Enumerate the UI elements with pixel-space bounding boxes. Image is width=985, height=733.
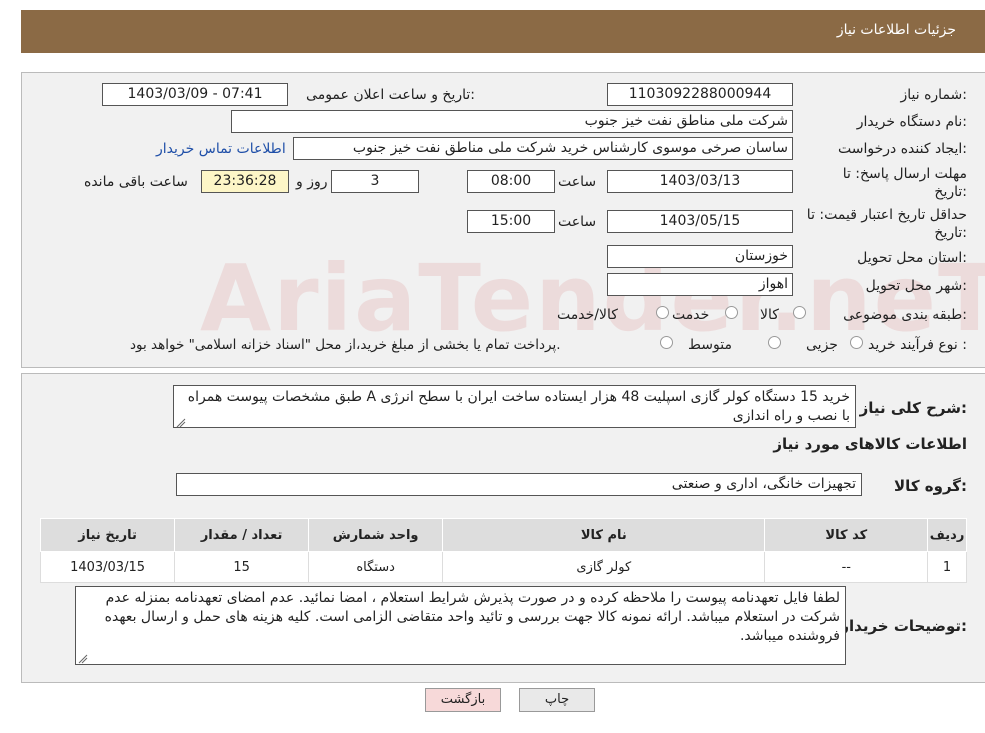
cell-unit: دستگاه — [308, 551, 444, 583]
buyer-contact-link[interactable]: اطلاعات تماس خریدار — [156, 141, 286, 157]
description-resize-handle[interactable] — [176, 416, 186, 428]
buyer-label: نام دستگاه خریدار: — [856, 114, 967, 130]
cell-name: کولر گازی — [442, 551, 766, 583]
process-label: نوع فرآیند خرید : — [868, 337, 967, 353]
process-partial-label: جزیی — [806, 337, 838, 353]
remaining-label: ساعت باقی مانده — [84, 174, 188, 190]
col-unit: واحد شمارش — [308, 518, 444, 552]
page-header: جزئیات اطلاعات نیاز — [21, 10, 985, 53]
col-date: تاریخ نیاز — [39, 518, 176, 552]
cell-code: -- — [764, 551, 929, 583]
cell-row: 1 — [927, 551, 967, 583]
validity-time-label: ساعت — [558, 214, 597, 230]
process-note: پرداخت تمام یا بخشی از مبلغ خرید،از محل … — [130, 337, 561, 353]
description-text: خرید 15 دستگاه کولر گازی اسپلیت 48 هزار … — [187, 389, 850, 424]
city-field[interactable]: اهواز — [607, 273, 793, 296]
buyer-field[interactable]: شرکت ملی مناطق نفت خیز جنوب — [231, 110, 793, 133]
remaining-time-field: 23:36:28 — [201, 170, 289, 193]
process-medium-label: متوسط — [688, 337, 732, 353]
city-label: شهر محل تحویل: — [865, 278, 967, 294]
print-button[interactable]: چاپ — [519, 688, 595, 712]
category-goods-radio[interactable] — [793, 306, 806, 319]
col-code: کد کالا — [764, 518, 929, 552]
goods-group-field[interactable]: تجهیزات خانگی، اداری و صنعتی — [176, 473, 862, 496]
province-label: استان محل تحویل: — [857, 250, 967, 266]
col-qty: تعداد / مقدار — [174, 518, 310, 552]
category-goods-label: کالا — [760, 307, 779, 323]
category-label: طبقه بندی موضوعی: — [843, 307, 967, 323]
deadline-time-field[interactable]: 08:00 — [467, 170, 555, 193]
notes-resize-handle[interactable] — [78, 652, 88, 664]
treasury-checkbox-radio[interactable] — [660, 336, 673, 349]
category-service-radio[interactable] — [725, 306, 738, 319]
col-row: ردیف — [927, 518, 967, 552]
validity-label-2: تاریخ: — [934, 225, 967, 241]
page-title: جزئیات اطلاعات نیاز — [836, 22, 956, 38]
days-field[interactable]: 3 — [331, 170, 419, 193]
validity-label-1: حداقل تاریخ اعتبار قیمت: تا — [806, 207, 967, 223]
need-number-field[interactable]: 1103092288000944 — [607, 83, 793, 106]
cell-qty: 15 — [174, 551, 310, 583]
process-partial-radio[interactable] — [850, 336, 863, 349]
goods-table-header: ردیف کد کالا نام کالا واحد شمارش تعداد /… — [39, 518, 967, 552]
creator-label: ایجاد کننده درخواست: — [838, 141, 967, 157]
description-label: شرح کلی نیاز: — [859, 399, 967, 417]
deadline-label-2: تاریخ: — [934, 184, 967, 200]
creator-field[interactable]: ساسان صرخی موسوی کارشناس خرید شرکت ملی م… — [293, 137, 793, 160]
goods-group-label: گروه کالا: — [894, 477, 967, 495]
back-button[interactable]: بازگشت — [425, 688, 501, 712]
deadline-date-field[interactable]: 1403/03/13 — [607, 170, 793, 193]
goods-table: ردیف کد کالا نام کالا واحد شمارش تعداد /… — [39, 518, 967, 583]
category-both-label: کالا/خدمت — [557, 307, 618, 323]
deadline-time-label: ساعت — [558, 174, 597, 190]
category-service-label: خدمت — [672, 307, 710, 323]
category-both-radio[interactable] — [656, 306, 669, 319]
goods-section-title: اطلاعات کالاهای مورد نیاز — [773, 435, 967, 453]
table-row[interactable]: 1 -- کولر گازی دستگاه 15 1403/03/15 — [39, 551, 967, 583]
validity-date-field[interactable]: 1403/05/15 — [607, 210, 793, 233]
col-name: نام کالا — [442, 518, 766, 552]
notes-textarea[interactable]: لطفا فایل تعهدنامه پیوست را ملاحظه کرده … — [75, 586, 846, 665]
province-field[interactable]: خوزستان — [607, 245, 793, 268]
cell-date: 1403/03/15 — [39, 551, 176, 583]
announce-label: تاریخ و ساعت اعلان عمومی: — [306, 87, 475, 103]
days-label: روز و — [296, 174, 328, 190]
announce-field[interactable]: 1403/03/09 - 07:41 — [102, 83, 288, 106]
deadline-label-1: مهلت ارسال پاسخ: تا — [842, 166, 967, 182]
notes-label: توضیحات خریدار: — [840, 617, 967, 635]
description-textarea[interactable]: خرید 15 دستگاه کولر گازی اسپلیت 48 هزار … — [173, 385, 856, 428]
notes-text: لطفا فایل تعهدنامه پیوست را ملاحظه کرده … — [104, 590, 840, 644]
process-medium-radio[interactable] — [768, 336, 781, 349]
validity-time-field[interactable]: 15:00 — [467, 210, 555, 233]
need-number-label: شماره نیاز: — [900, 87, 967, 103]
